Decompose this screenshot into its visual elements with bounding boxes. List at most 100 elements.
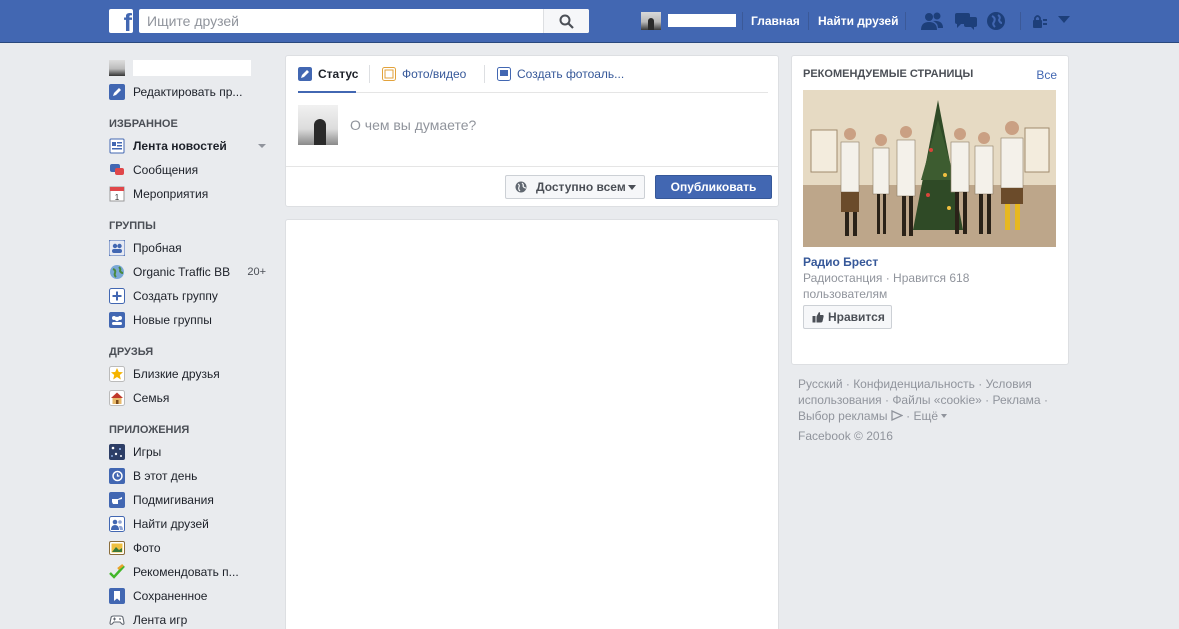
- sidebar-item-games[interactable]: Игры: [109, 440, 274, 464]
- tab-create-album[interactable]: Создать фотоаль...: [497, 67, 624, 81]
- footer-more-link[interactable]: Ещё: [914, 409, 939, 423]
- checkmark-pencil-icon: [109, 564, 125, 579]
- sidebar-item-photos[interactable]: Фото: [109, 536, 274, 560]
- globe-icon: [110, 265, 124, 279]
- sidebar-item-news-feed[interactable]: Лента новостей: [109, 134, 274, 158]
- sidebar-item-edit-profile[interactable]: Редактировать пр...: [109, 80, 274, 104]
- profile-name-redacted: [133, 60, 251, 76]
- status-text-input[interactable]: О чем вы думаете?: [350, 117, 476, 133]
- globe-icon: [515, 181, 527, 193]
- sidebar-item-label: Лента игр: [133, 613, 188, 627]
- find-friends-icon: [109, 516, 125, 532]
- sidebar-item-recommend[interactable]: Рекомендовать п...: [109, 560, 274, 584]
- audience-selector[interactable]: Доступно всем: [505, 175, 645, 199]
- copyright: Facebook © 2016: [798, 429, 893, 443]
- search-icon: [559, 14, 574, 29]
- composer-tabs: Статус Фото/видео Создать фотоаль...: [298, 56, 768, 93]
- ad-choices-icon[interactable]: [891, 409, 904, 422]
- sidebar-item-label: Найти друзей: [133, 517, 209, 531]
- profile-name-redacted[interactable]: [668, 14, 736, 27]
- photos-icon: [109, 541, 125, 555]
- left-sidebar: Редактировать пр... ИЗБРАННОЕ Лента ново…: [109, 56, 274, 629]
- sidebar-item-label: Создать группу: [133, 289, 218, 303]
- section-apps-heading: ПРИЛОЖЕНИЯ: [109, 424, 190, 436]
- house-icon: [109, 390, 125, 406]
- sidebar-item-label: Близкие друзья: [133, 367, 220, 381]
- news-feed-area: [285, 219, 779, 629]
- sidebar-item-create-group[interactable]: Создать группу: [109, 284, 274, 308]
- facebook-logo-icon[interactable]: f: [109, 9, 133, 33]
- calendar-day-number: 1: [115, 193, 120, 202]
- tab-status[interactable]: Статус: [298, 67, 358, 81]
- thumbs-up-icon: [812, 312, 824, 323]
- recommended-page-meta: Радиостанция · Нравится 618 пользователя…: [803, 271, 970, 301]
- post-composer: Статус Фото/видео Создать фотоаль... О ч…: [285, 55, 779, 207]
- sidebar-item-games-feed[interactable]: Лента игр: [109, 608, 274, 629]
- sidebar-item-label: Подмигивания: [133, 493, 214, 507]
- publish-button[interactable]: Опубликовать: [655, 175, 772, 199]
- sidebar-item-family[interactable]: Семья: [109, 386, 274, 410]
- tab-label: Создать фотоаль...: [517, 67, 625, 81]
- sidebar-item-label: Новые группы: [133, 313, 212, 327]
- avatar: [298, 105, 338, 145]
- sidebar-item-close-friends[interactable]: Близкие друзья: [109, 362, 274, 386]
- sidebar-item-label: Семья: [133, 391, 170, 405]
- search-box: [139, 9, 589, 33]
- sidebar-item-label: В этот день: [133, 469, 198, 483]
- gamepad-icon: [109, 615, 125, 625]
- privacy-shortcuts-icon[interactable]: [1032, 14, 1048, 28]
- calendar-icon: 1: [109, 186, 125, 202]
- sidebar-item-label: Мероприятия: [133, 187, 209, 201]
- like-button-label: Нравится: [828, 310, 885, 324]
- tab-divider: [484, 65, 485, 83]
- like-page-button[interactable]: Нравится: [803, 305, 892, 329]
- sidebar-item-on-this-day[interactable]: В этот день: [109, 464, 274, 488]
- profile-avatar[interactable]: [641, 12, 661, 30]
- search-button[interactable]: [543, 9, 589, 33]
- section-favorites-heading: ИЗБРАННОЕ: [109, 118, 178, 130]
- sidebar-item-group-organic-traffic[interactable]: Organic Traffic BB 20+: [109, 260, 274, 284]
- nav-home-link[interactable]: Главная: [751, 14, 800, 28]
- news-feed-icon: [109, 138, 125, 154]
- games-icon: [109, 444, 125, 460]
- see-all-link[interactable]: Все: [1036, 68, 1057, 82]
- chevron-down-icon[interactable]: [941, 414, 948, 418]
- composer-footer: Доступно всем Опубликовать: [286, 166, 778, 207]
- recommended-page-name-link[interactable]: Радио Брест: [803, 255, 878, 269]
- nav-divider: [742, 12, 743, 30]
- nav-divider: [905, 12, 906, 30]
- section-groups-heading: ГРУППЫ: [109, 220, 156, 232]
- sidebar-item-messages[interactable]: Сообщения: [109, 158, 274, 182]
- nav-find-friends-link[interactable]: Найти друзей: [818, 14, 898, 28]
- nav-divider: [808, 12, 809, 30]
- sidebar-item-label: Лента новостей: [133, 139, 227, 153]
- nav-divider: [1020, 12, 1021, 30]
- sidebar-item-new-groups[interactable]: Новые группы: [109, 308, 274, 332]
- sidebar-item-events[interactable]: 1 Мероприятия: [109, 182, 274, 206]
- sidebar-item-label: Редактировать пр...: [133, 85, 243, 99]
- chevron-down-icon[interactable]: [258, 144, 266, 148]
- recommended-pages-heading: РЕКОМЕНДУЕМЫЕ СТРАНИЦЫ: [803, 68, 974, 80]
- photo-icon: [382, 67, 396, 81]
- messages-icon[interactable]: [954, 11, 978, 31]
- account-menu-chevron-down-icon[interactable]: [1058, 16, 1070, 24]
- group-icon: [109, 240, 125, 256]
- notification-count-badge: 20+: [247, 266, 266, 278]
- tab-divider: [369, 65, 370, 83]
- notifications-globe-icon[interactable]: [986, 11, 1006, 31]
- sidebar-item-saved[interactable]: Сохраненное: [109, 584, 274, 608]
- tab-label: Статус: [318, 67, 359, 81]
- sidebar-item-label: Сохраненное: [133, 589, 208, 603]
- footer-separator: ·: [906, 409, 911, 423]
- search-input[interactable]: [139, 9, 543, 33]
- sidebar-item-group-probnaya[interactable]: Пробная: [109, 236, 274, 260]
- sidebar-item-pokes[interactable]: Подмигивания: [109, 488, 274, 512]
- sidebar-item-label: Фото: [133, 541, 161, 555]
- friend-requests-icon[interactable]: [920, 11, 944, 31]
- sidebar-item-label: Рекомендовать п...: [133, 565, 239, 579]
- sidebar-profile[interactable]: [109, 56, 274, 80]
- page-cover-photo[interactable]: [803, 90, 1056, 247]
- tab-photo-video[interactable]: Фото/видео: [382, 67, 466, 81]
- sidebar-item-find-friends[interactable]: Найти друзей: [109, 512, 274, 536]
- footer-links[interactable]: Русский · Конфиденциальность · Условия и…: [798, 376, 1066, 424]
